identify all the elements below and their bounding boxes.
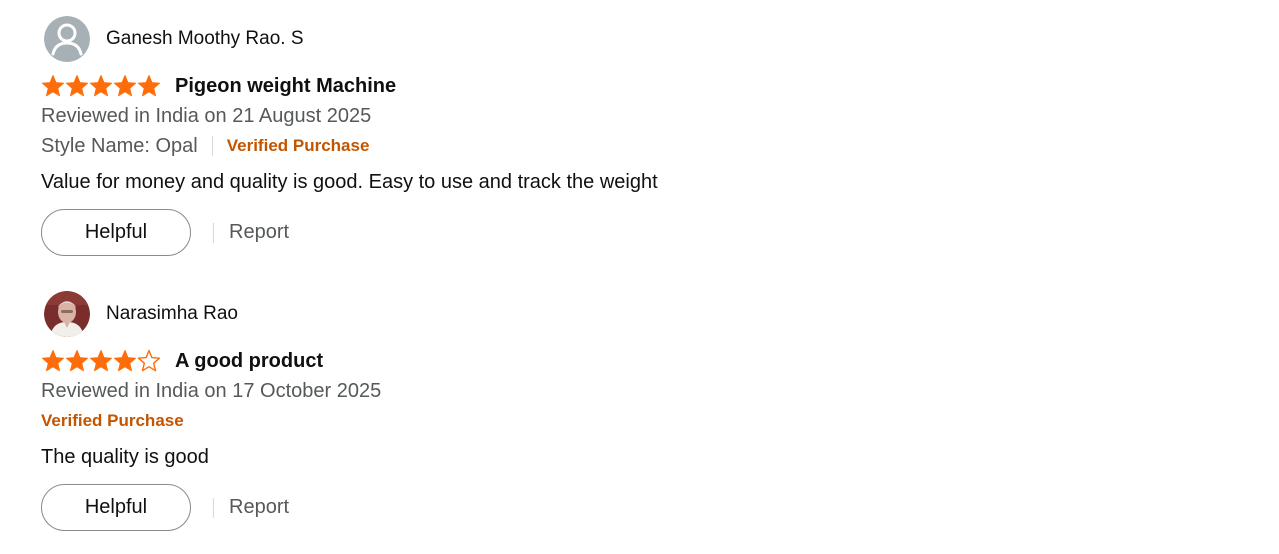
star-filled-icon [66, 350, 88, 372]
review-item: Ganesh Moothy Rao. S Pigeon weight Machi… [41, 16, 1041, 256]
report-link[interactable]: Report [229, 221, 289, 244]
review-meta: Verified Purchase [41, 408, 1041, 434]
reviewer-profile[interactable]: Narasimha Rao [41, 291, 1041, 337]
review-date: Reviewed in India on 21 August 2025 [41, 105, 372, 127]
review-body: The quality is good [41, 446, 209, 468]
star-filled-icon [114, 75, 136, 97]
report-link[interactable]: Report [229, 496, 289, 519]
star-filled-icon [138, 75, 160, 97]
star-filled-icon [66, 75, 88, 97]
rating-row: Pigeon weight Machine [41, 72, 1041, 100]
review-meta: Style Name: Opal Verified Purchase [41, 133, 1041, 159]
review-actions: Helpful Report [41, 209, 1041, 256]
default-user-icon [44, 16, 90, 62]
star-filled-icon [90, 75, 112, 97]
review-title[interactable]: A good product [175, 350, 323, 373]
review-body: Value for money and quality is good. Eas… [41, 171, 658, 193]
review-item: Narasimha Rao A good product Reviewed in… [41, 291, 1041, 531]
divider [213, 222, 214, 243]
review-title[interactable]: Pigeon weight Machine [175, 75, 396, 98]
divider [213, 497, 214, 518]
star-rating[interactable] [41, 74, 161, 98]
verified-purchase-badge[interactable]: Verified Purchase [227, 136, 370, 156]
verified-purchase-badge[interactable]: Verified Purchase [41, 411, 184, 431]
helpful-button[interactable]: Helpful [41, 209, 191, 256]
reviewer-name[interactable]: Ganesh Moothy Rao. S [106, 28, 304, 50]
star-filled-icon [90, 350, 112, 372]
star-filled-icon [114, 350, 136, 372]
star-filled-icon [42, 75, 64, 97]
review-date: Reviewed in India on 17 October 2025 [41, 380, 382, 402]
rating-row: A good product [41, 347, 1041, 375]
style-name: Style Name: Opal [41, 134, 198, 157]
avatar [44, 291, 90, 337]
star-empty-icon [137, 349, 161, 372]
star-rating[interactable] [41, 349, 161, 373]
divider [211, 136, 213, 156]
helpful-button[interactable]: Helpful [41, 484, 191, 531]
star-filled-icon [42, 350, 64, 372]
reviewer-profile[interactable]: Ganesh Moothy Rao. S [41, 16, 1041, 62]
reviewer-name[interactable]: Narasimha Rao [106, 303, 238, 325]
review-actions: Helpful Report [41, 484, 1041, 531]
avatar [44, 16, 90, 62]
user-photo-icon [44, 291, 90, 337]
